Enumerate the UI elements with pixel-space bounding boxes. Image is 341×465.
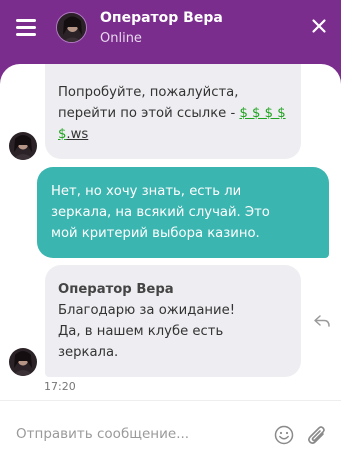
reply-icon[interactable]	[313, 314, 331, 328]
message-line: зеркала, на всякий случай. Это	[51, 205, 270, 220]
operator-message: Попробуйте, пожалуйста, перейти по этой …	[45, 64, 301, 159]
message-line: Да, в нашем клубе есть	[58, 324, 224, 339]
message-list[interactable]: Попробуйте, пожалуйста, перейти по этой …	[0, 64, 341, 400]
chat-header: Оператор Вера Online	[0, 0, 341, 70]
user-message: Нет, но хочу знать, есть ли зеркала, на …	[37, 167, 329, 258]
message-input[interactable]	[16, 419, 256, 449]
operator-name: Оператор Вера	[100, 10, 223, 26]
message-line: мой критерий выбора казино.	[51, 226, 260, 241]
composer	[0, 400, 341, 465]
message-sender: Оператор Вера	[58, 282, 174, 297]
operator-avatar-small	[9, 348, 37, 376]
paperclip-icon[interactable]	[306, 423, 328, 447]
operator-avatar	[56, 12, 87, 43]
operator-message: Оператор Вера Благодарю за ожидание! Да,…	[45, 265, 301, 377]
message-timestamp: 17:20	[44, 380, 76, 393]
operator-avatar-small	[9, 132, 37, 160]
message-line: Нет, но хочу знать, есть ли	[51, 184, 242, 199]
mirror-link-suffix[interactable]: .ws	[66, 127, 88, 142]
message-line: зеркала.	[58, 345, 119, 360]
message-text: Попробуйте, пожалуйста, перейти по этой …	[58, 85, 239, 121]
hamburger-menu-icon[interactable]	[16, 18, 38, 36]
operator-status: Online	[100, 31, 142, 46]
emoji-icon[interactable]	[274, 425, 294, 445]
message-line: Благодарю за ожидание!	[58, 303, 236, 318]
close-icon[interactable]	[311, 18, 327, 34]
